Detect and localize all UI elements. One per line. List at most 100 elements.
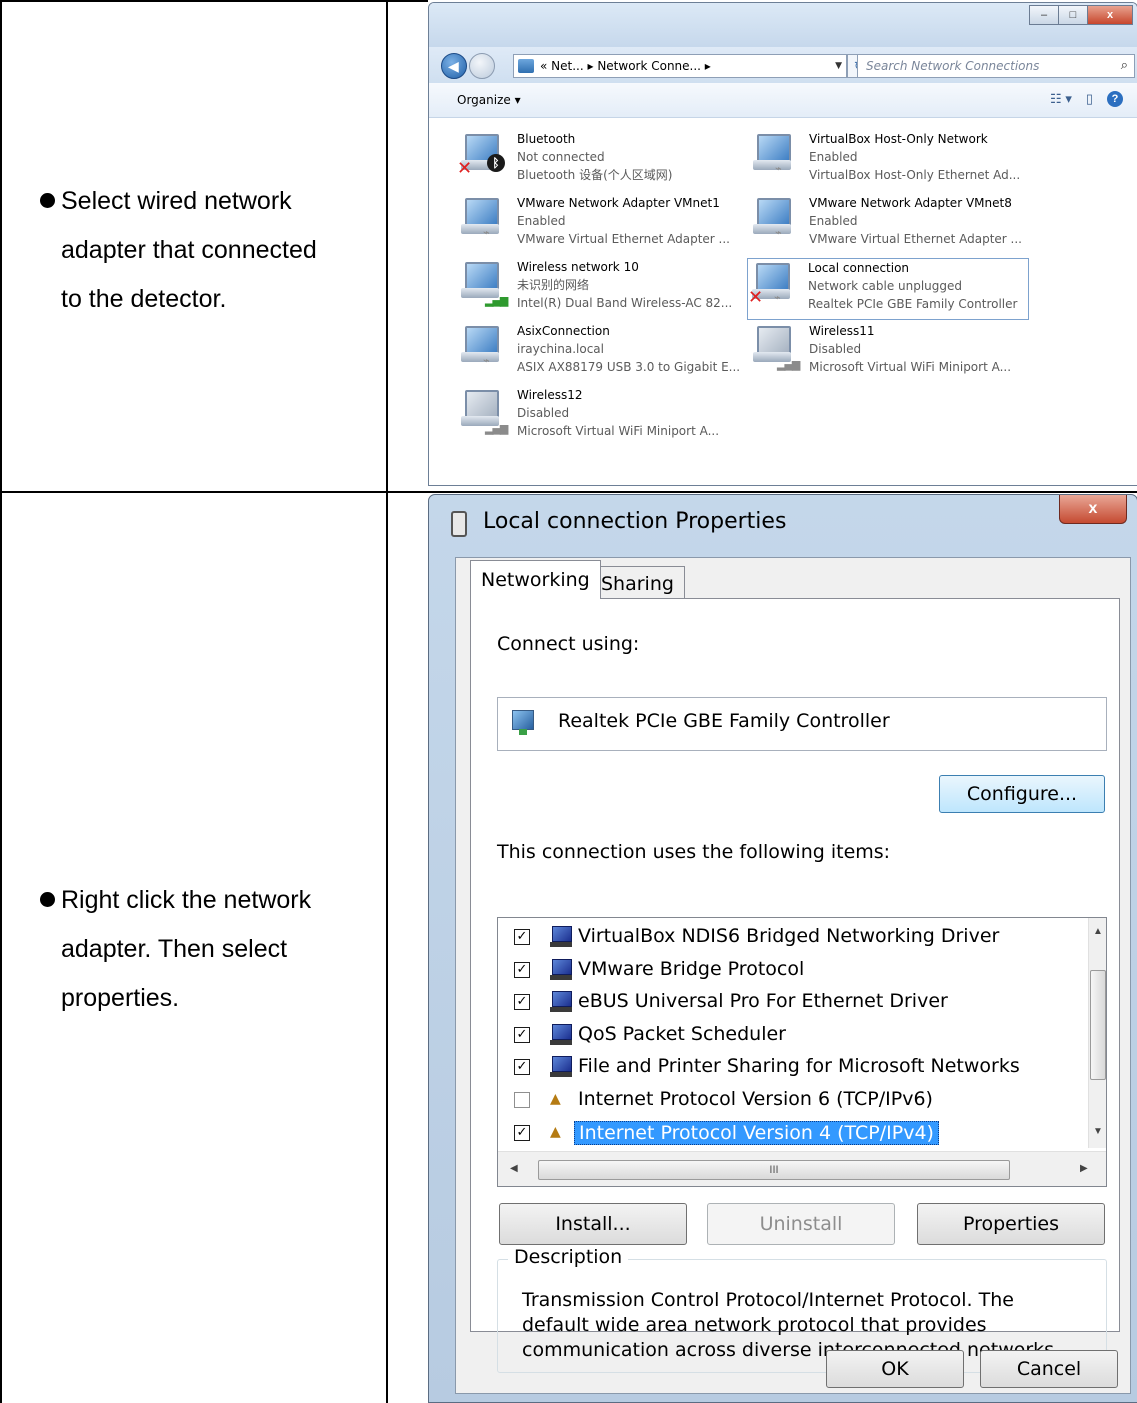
monitor-base	[461, 224, 499, 234]
horizontal-scroll-thumb[interactable]: III	[538, 1160, 1010, 1180]
tab-networking[interactable]: Networking	[470, 560, 601, 599]
networking-panel: Connect using: Realtek PCIe GBE Family C…	[470, 598, 1120, 1373]
back-arrow-icon: ◀	[448, 58, 459, 74]
preview-pane-icon[interactable]: ▯	[1086, 91, 1093, 107]
adapter-item[interactable]: ▂▄▆ Wireless11 Disabled Microsoft Virtual W…	[749, 322, 1029, 382]
maximize-button[interactable]: □	[1058, 5, 1088, 25]
window-titlebar: – □ x	[429, 3, 1137, 47]
monitor-screen	[757, 198, 791, 226]
dialog-close-button[interactable]: x	[1059, 495, 1127, 524]
list-item[interactable]: ✓ ▲ Internet Protocol Version 4 (TCP/IPv4)	[498, 1118, 1098, 1150]
organize-menu[interactable]: Organize ▾	[457, 83, 521, 117]
close-button[interactable]: x	[1087, 5, 1133, 25]
network-service-icon	[550, 1023, 572, 1046]
adapter-name: Wireless11	[809, 324, 875, 338]
chevron-down-icon[interactable]: ▼	[835, 55, 842, 77]
adapter-text: VMware Network Adapter VMnet1 Enabled VMwa…	[517, 194, 730, 248]
disconnected-x-icon: ✕	[748, 287, 764, 308]
scroll-left-icon[interactable]: ◀	[510, 1163, 518, 1174]
adapter-name: VMware Network Adapter VMnet8	[809, 196, 1012, 210]
components-list[interactable]: ✓ VirtualBox NDIS6 Bridged Networking Dri…	[497, 917, 1107, 1187]
adapter-item[interactable]: ⌁ AsixConnection iraychina.local ASIX AX881…	[457, 322, 740, 382]
address-path: « Net... ▸ Network Conne... ▸	[540, 59, 711, 73]
monitor-base	[753, 224, 791, 234]
checkbox[interactable]: ✓	[514, 961, 530, 978]
protocol-icon: ▲	[550, 1123, 561, 1140]
checkbox[interactable]: ✓	[514, 994, 530, 1011]
monitor-screen	[757, 326, 791, 354]
description-legend: Description	[508, 1246, 629, 1268]
adapter-name: VMware Network Adapter VMnet1	[517, 196, 720, 210]
adapter-text: AsixConnection iraychina.local ASIX AX8817…	[517, 322, 740, 376]
network-service-icon	[550, 991, 572, 1013]
vertical-scroll-thumb[interactable]	[1090, 970, 1106, 1080]
list-item[interactable]: ✓ VirtualBox NDIS6 Bridged Networking Dri…	[498, 922, 1098, 954]
tab-sharing[interactable]: Sharing	[590, 566, 685, 601]
network-service-icon	[550, 926, 572, 948]
checkbox[interactable]: ✓	[514, 1124, 530, 1141]
scroll-up-icon[interactable]: ▲	[1093, 926, 1103, 937]
device-name: Realtek PCIe GBE Family Controller	[558, 710, 890, 732]
install-button[interactable]: Install...	[499, 1203, 687, 1245]
configure-button[interactable]: Configure...	[939, 775, 1105, 813]
list-item[interactable]: ✓ QoS Packet Scheduler	[498, 1020, 1098, 1052]
adapter-item[interactable]: ✕ ᛒ Bluetooth Not connected Bluetooth 设备(个人区…	[457, 130, 737, 190]
adapter-list: ✕ ᛒ Bluetooth Not connected Bluetooth 设备(个人区…	[429, 118, 1137, 485]
scroll-down-icon[interactable]: ▼	[1093, 1126, 1103, 1137]
list-item[interactable]: ✓ VMware Bridge Protocol	[498, 955, 1098, 987]
list-item-label: VirtualBox NDIS6 Bridged Networking Driv…	[578, 925, 1000, 947]
horizontal-scrollbar[interactable]: ◀ III ▶	[498, 1151, 1106, 1186]
back-button[interactable]: ◀	[441, 53, 467, 79]
table-column-divider	[386, 0, 388, 1403]
checkbox[interactable]: ✓	[514, 1059, 530, 1076]
monitor-base	[461, 352, 499, 362]
scroll-right-icon[interactable]: ▶	[1080, 1163, 1088, 1174]
checkbox[interactable]: ✓	[514, 929, 530, 945]
adapter-text: Wireless12 Disabled Microsoft Virtual WiFi…	[517, 386, 719, 440]
adapter-device: Microsoft Virtual WiFi Miniport A...	[517, 424, 720, 438]
ok-button[interactable]: OK	[826, 1350, 964, 1388]
adapter-item[interactable]: ⌁ VirtualBox Host-Only Network Enabled Virt…	[749, 130, 1029, 190]
search-input[interactable]: Search Network Connections ⌕	[857, 54, 1135, 78]
minimize-button[interactable]: –	[1029, 5, 1059, 25]
uninstall-button[interactable]: Uninstall	[707, 1203, 895, 1245]
network-service-icon	[550, 958, 572, 981]
adapter-text: Local connection Network cable unplugged R…	[808, 259, 1017, 313]
cancel-button[interactable]: Cancel	[980, 1350, 1118, 1388]
instruction-2-line-3: properties.	[61, 984, 180, 1012]
list-item-label: QoS Packet Scheduler	[578, 1022, 786, 1045]
adapter-item[interactable]: ✕ ⌁ Local connection Network cable unplugge…	[747, 258, 1029, 320]
table-row-divider	[0, 491, 1137, 493]
forward-button[interactable]	[469, 53, 495, 79]
adapter-item[interactable]: ▂▄▆ Wireless network 10 未识别的网络 Intel(R) Dua…	[457, 258, 737, 318]
adapter-item[interactable]: ⌁ VMware Network Adapter VMnet8 Enabled VMw…	[749, 194, 1029, 254]
checkbox[interactable]: ✓	[514, 1026, 530, 1043]
adapter-text: Wireless network 10 未识别的网络 Intel(R) Dual B…	[517, 258, 732, 312]
monitor-screen	[465, 262, 499, 290]
adapter-item[interactable]: ▂▄▆ Wireless12 Disabled Microsoft Virtual W…	[457, 386, 737, 446]
table-border-left	[0, 0, 2, 1403]
adapter-status: 未识别的网络	[517, 278, 590, 292]
bluetooth-icon: ᛒ	[487, 154, 505, 172]
properties-button[interactable]: Properties	[917, 1203, 1105, 1245]
search-icon[interactable]: ⌕	[1121, 55, 1128, 77]
adapter-status: iraychina.local	[517, 342, 604, 356]
vertical-scrollbar[interactable]: ▲ ▼	[1088, 918, 1106, 1148]
checkbox[interactable]	[514, 1092, 530, 1108]
adapter-name: AsixConnection	[517, 324, 610, 338]
adapter-text: Bluetooth Not connected Bluetooth 设备(个人区域网…	[517, 130, 672, 184]
address-bar[interactable]: « Net... ▸ Network Conne... ▸ ▼	[513, 54, 847, 78]
adapter-device: ASIX AX88179 USB 3.0 to Gigabit E...	[517, 360, 741, 374]
adapter-status: Enabled	[809, 150, 858, 164]
adapter-device: Bluetooth 设备(个人区域网)	[517, 168, 673, 182]
view-options-icon[interactable]: ☷ ▾	[1050, 91, 1072, 107]
list-item[interactable]: ▲ Internet Protocol Version 6 (TCP/IPv6)	[498, 1085, 1098, 1117]
monitor-screen	[465, 326, 499, 354]
adapter-item[interactable]: ⌁ VMware Network Adapter VMnet1 Enabled VMw…	[457, 194, 737, 254]
list-item[interactable]: ✓ eBUS Universal Pro For Ethernet Driver	[498, 987, 1098, 1019]
list-item-label: eBUS Universal Pro For Ethernet Driver	[578, 990, 948, 1013]
monitor-screen	[465, 390, 499, 418]
help-icon[interactable]: ?	[1107, 91, 1123, 107]
adapter-device: Intel(R) Dual Band Wireless-AC 82...	[517, 296, 733, 310]
list-item[interactable]: ✓ File and Printer Sharing for Microsoft …	[498, 1052, 1098, 1084]
